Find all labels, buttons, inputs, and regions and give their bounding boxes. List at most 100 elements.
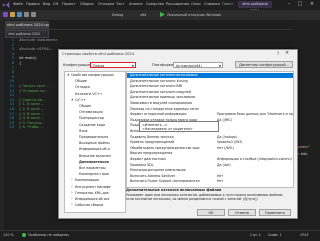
tree-item[interactable]: Каталоги VC++ (75, 92, 102, 96)
new-icon[interactable] (3, 12, 8, 17)
tree-item[interactable]: Компоновщик (75, 178, 99, 182)
tree-expander-icon[interactable]: ◢ (71, 98, 73, 101)
tree-item[interactable]: Информация об исх (75, 197, 109, 201)
property-row[interactable]: Уровень предупреждений Уровень3 (/W3) (127, 140, 293, 145)
property-name: Дополнительные единицы заголовков (130, 95, 195, 100)
description-text: Указывает один или несколько каталогов, … (126, 193, 284, 202)
property-row[interactable]: Формат отладочной информации Программа ба… (127, 112, 293, 117)
open-icon[interactable] (10, 12, 15, 17)
menu-view[interactable]: Вид (43, 2, 50, 6)
tree-expander-icon[interactable]: ▷ (71, 191, 73, 194)
property-row[interactable]: Дополнительные каталоги #using (127, 79, 293, 84)
tree-item[interactable]: C/C++ (75, 98, 86, 102)
tree-item[interactable]: Все параметры (79, 166, 106, 170)
platform-dropdown[interactable]: x64 (140, 13, 146, 17)
menu-help[interactable]: Справка (204, 2, 220, 6)
menu-window[interactable]: Окно (191, 2, 201, 6)
tree-expander-icon[interactable]: ▷ (71, 203, 73, 206)
property-row[interactable]: Формат диагностики Информация о столбце (… (127, 157, 293, 162)
close-window-icon[interactable]: × (308, 1, 316, 8)
tree-item[interactable]: Информация об и (79, 147, 110, 151)
tree-item[interactable]: Внешние включен (79, 154, 111, 158)
tree-item[interactable]: Оптимизация (79, 110, 103, 114)
property-row[interactable]: Дополнительные каталоги включаемых (127, 73, 293, 78)
document-tab[interactable]: sfml шаблона 2024.cpp (5, 21, 49, 29)
property-name: Дополнительные каталоги #using (130, 78, 188, 83)
line-number: 1 (11, 38, 14, 42)
menu-edit[interactable]: Правка (26, 2, 40, 6)
cancel-button[interactable]: Отмена (228, 209, 256, 216)
save-icon[interactable] (17, 12, 22, 17)
menu-debug[interactable]: Отладка (98, 2, 114, 6)
property-name: Подавить баннер запуска (130, 134, 174, 139)
tree-item[interactable]: Препроцессор (79, 116, 104, 120)
undo-icon[interactable] (24, 12, 29, 17)
property-row[interactable]: Многопроцессорная компиляция (127, 168, 293, 173)
line-number: 13 (9, 93, 14, 98)
help-icon[interactable]: ? (277, 51, 279, 56)
chevron-down-icon: ▼ (218, 64, 221, 68)
code-line: // Советы по... (19, 97, 46, 102)
property-row[interactable]: Переход на стандартные единицы загол (127, 107, 293, 112)
property-row[interactable]: Включить Fuzzer Support (экспериментал Не… (127, 179, 293, 184)
tree-item[interactable]: События сборки (75, 203, 103, 207)
property-row[interactable]: Дополнительные каталоги BMI (127, 84, 293, 89)
menu-build[interactable]: Сборка (80, 2, 94, 6)
menu-file[interactable]: Файл (13, 2, 23, 6)
tree-item[interactable]: Свойства конфигурации (71, 73, 114, 77)
tree-item[interactable]: Отладка (75, 85, 90, 89)
maximize-icon[interactable]: □ (296, 1, 304, 8)
property-row[interactable]: Зависимости модулей сканирования (127, 101, 293, 106)
property-row[interactable]: Проверка SDL Да (/sdl) (127, 163, 293, 168)
property-row[interactable]: Подавить баннер запуска Да (/nologo) (127, 135, 293, 140)
property-value: Нет (217, 179, 224, 184)
search-box[interactable]: Поиск (222, 2, 233, 6)
settings-tree: ◢ Свойства конфигурации Общие Отладка Катало… (64, 71, 126, 213)
tree-expander-icon[interactable]: ▷ (71, 197, 73, 200)
redo-icon[interactable] (31, 12, 36, 17)
apply-button[interactable]: Применить (259, 209, 291, 216)
tree-expander-icon[interactable]: ▷ (71, 185, 73, 188)
property-row[interactable]: Обрабатывать предупреждения как оши Нет (… (127, 146, 293, 151)
tree-item[interactable]: Генератор XML-док (75, 191, 109, 195)
platform-combo[interactable]: Активная(x64) ▼ (173, 62, 223, 68)
tree-expander-icon[interactable]: ◢ (67, 73, 69, 76)
property-row[interactable]: Дополнительные единицы заголовков (127, 95, 293, 100)
tree-item[interactable]: Выходные файлы (79, 141, 110, 145)
menu-test[interactable]: Тест (116, 2, 124, 6)
tree-item[interactable]: Командная строк (79, 172, 109, 176)
close-icon[interactable]: × (285, 50, 289, 56)
tree-item[interactable]: Общие (79, 104, 91, 108)
code-line: // 3. В окне ... (19, 111, 45, 116)
tree-expander-icon[interactable]: ▷ (71, 178, 73, 181)
config-dropdown[interactable]: Debug (112, 13, 123, 17)
minimize-icon[interactable]: – (285, 1, 293, 8)
tree-item[interactable]: Язык (79, 129, 88, 133)
run-button[interactable]: Локальный отладчик Windows (167, 13, 221, 17)
menu-tools[interactable]: Средства (146, 2, 164, 6)
tree-item[interactable]: Создание кода (79, 123, 105, 127)
menu-project[interactable]: Проект (62, 2, 76, 6)
configuration-combo[interactable]: Debug ▼ (90, 62, 136, 68)
menu-git[interactable]: Git (53, 2, 58, 6)
property-value: Программа базы данных для "Изменить и пр… (217, 112, 294, 117)
line-ending[interactable]: CRLF (300, 233, 309, 237)
line-indicator: Стр: 1 (250, 233, 261, 237)
property-row[interactable]: Включить Address Sanitizer Нет (127, 174, 293, 179)
dropdown-item-inherit[interactable]: <Наследовать от родителя> (142, 127, 193, 131)
run-icon[interactable] (160, 12, 165, 17)
menu-extensions[interactable]: Расширения (166, 2, 189, 6)
ok-button[interactable]: ОК (197, 209, 225, 216)
configuration-manager-button[interactable]: Диспетчер конфигураций... (235, 61, 293, 68)
tree-item[interactable]: Общие (75, 79, 87, 83)
zoom-level[interactable]: 110 % (3, 233, 14, 237)
tree-item[interactable]: Дополнительно (79, 160, 109, 164)
property-row[interactable]: Дополнительные каталоги модулей (127, 90, 293, 95)
property-row[interactable]: Версия предупреждения (127, 151, 293, 156)
navigation-combo[interactable]: sfml шаблона 2024 (5, 30, 49, 38)
property-name: Переход на стандартные единицы загол (130, 106, 200, 111)
tree-item[interactable]: Предварительно (79, 135, 108, 139)
menu-analyze[interactable]: Анализ (129, 2, 143, 6)
tree-item[interactable]: Инструмент манифе (75, 185, 111, 189)
issues-status[interactable]: Проблемы не найдены (28, 233, 69, 237)
